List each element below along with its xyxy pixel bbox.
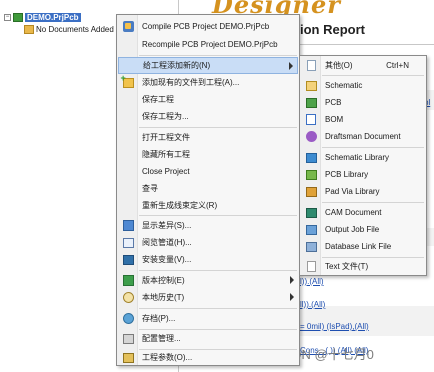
submenu-schematic[interactable]: Schematic	[301, 77, 425, 94]
menu-project-parameters[interactable]: 工程参数(O)...	[118, 349, 298, 366]
no-documents-label: No Documents Added	[36, 25, 114, 34]
menu-add-new-to-project[interactable]: 给工程添加新的(N)	[118, 57, 298, 74]
report-link[interactable]: l)).(All)	[300, 275, 324, 289]
output-job-icon	[305, 224, 317, 235]
submenu-draftsman[interactable]: Draftsman Document	[301, 128, 425, 145]
menu-separator	[322, 202, 424, 203]
diff-icon	[122, 220, 134, 231]
project-context-menu: Compile PCB Project DEMO.PrjPcb Recompil…	[116, 14, 300, 366]
vcs-icon	[122, 275, 134, 286]
report-divider	[300, 44, 434, 45]
menu-separator	[139, 55, 297, 56]
menu-save-project[interactable]: 保存工程	[118, 91, 298, 108]
menu-save-project-as[interactable]: 保存工程为...	[118, 108, 298, 125]
history-icon	[122, 292, 134, 303]
pad-via-library-icon	[305, 186, 317, 197]
submenu-schematic-library[interactable]: Schematic Library	[301, 149, 425, 166]
report-title: ion Report	[300, 22, 365, 37]
draftsman-icon	[305, 131, 317, 142]
store-icon	[122, 313, 134, 324]
menu-variants[interactable]: 安装变量(V)...	[118, 251, 298, 268]
menu-separator	[139, 215, 297, 216]
menu-version-control[interactable]: 版本控制(E)	[118, 272, 298, 289]
submenu-pad-via-library[interactable]: Pad Via Library	[301, 183, 425, 200]
menu-close-project[interactable]: Close Project	[118, 163, 298, 180]
pcb-project-icon	[13, 13, 23, 22]
menu-recompile-project[interactable]: Recompile PCB Project DEMO.PrjPcb	[118, 36, 298, 53]
variant-icon	[122, 254, 134, 265]
config-icon	[122, 333, 134, 344]
doc-icon	[306, 60, 316, 71]
pcb-icon	[305, 97, 317, 108]
add-new-submenu: 其他(O) Ctrl+N Schematic PCB BOM Draftsman…	[299, 55, 427, 276]
project-name-label: DEMO.PrjPcb	[25, 13, 81, 22]
schematic-icon	[305, 80, 317, 91]
submenu-pcb[interactable]: PCB	[301, 94, 425, 111]
menu-show-differences[interactable]: 显示差异(S)...	[118, 217, 298, 234]
tree-project-node[interactable]: − DEMO.PrjPcb	[4, 12, 81, 23]
menu-separator	[139, 308, 297, 309]
tree-icon	[122, 237, 134, 248]
menu-view-channels[interactable]: 阅览管道(H)...	[118, 234, 298, 251]
menu-hide-all-projects[interactable]: 隐藏所有工程	[118, 146, 298, 163]
collapse-icon[interactable]: −	[4, 14, 11, 21]
menu-compile-project[interactable]: Compile PCB Project DEMO.PrjPcb	[118, 18, 298, 35]
submenu-cam-document[interactable]: CAM Document	[301, 204, 425, 221]
cam-document-icon	[305, 207, 317, 218]
submenu-arrow-icon	[290, 276, 294, 284]
menu-separator	[322, 147, 424, 148]
database-link-icon	[305, 241, 317, 252]
submenu-database-link-file[interactable]: Database Link File	[301, 238, 425, 255]
report-link[interactable]: ll)).(All)	[300, 298, 325, 312]
menu-local-history[interactable]: 本地历史(T)	[118, 289, 298, 306]
menu-open-project-file[interactable]: 打开工程文件	[118, 129, 298, 146]
submenu-pcb-library[interactable]: PCB Library	[301, 166, 425, 183]
menu-separator	[139, 127, 297, 128]
pcb-library-icon	[305, 169, 317, 180]
schematic-library-icon	[305, 152, 317, 163]
add-existing-icon	[121, 73, 134, 88]
tree-no-documents-node[interactable]: No Documents Added	[24, 24, 114, 35]
bom-icon	[306, 114, 316, 125]
submenu-text-file[interactable]: Text 文件(T)	[301, 258, 425, 275]
menu-archive[interactable]: 存档(P)...	[118, 310, 298, 327]
menu-separator	[322, 75, 424, 76]
compile-icon	[122, 21, 134, 32]
submenu-output-job-file[interactable]: Output Job File	[301, 221, 425, 238]
submenu-arrow-icon	[289, 62, 293, 70]
folder-icon	[24, 25, 34, 34]
menu-add-existing[interactable]: 添加现有的文件到工程(A)...	[118, 73, 298, 91]
menu-configuration-manager[interactable]: 配置管理...	[118, 330, 298, 347]
menu-separator	[139, 270, 297, 271]
text-file-icon	[306, 261, 316, 272]
submenu-bom[interactable]: BOM	[301, 111, 425, 128]
report-link[interactable]: = 0mil) (IsPad),(All)	[300, 320, 369, 334]
submenu-arrow-icon	[290, 293, 294, 301]
menu-find[interactable]: 查寻	[118, 180, 298, 197]
parameters-icon	[122, 352, 134, 363]
submenu-other[interactable]: 其他(O) Ctrl+N	[301, 57, 425, 74]
menu-regenerate-harness[interactable]: 重新生成线束定义(R)	[118, 197, 298, 214]
